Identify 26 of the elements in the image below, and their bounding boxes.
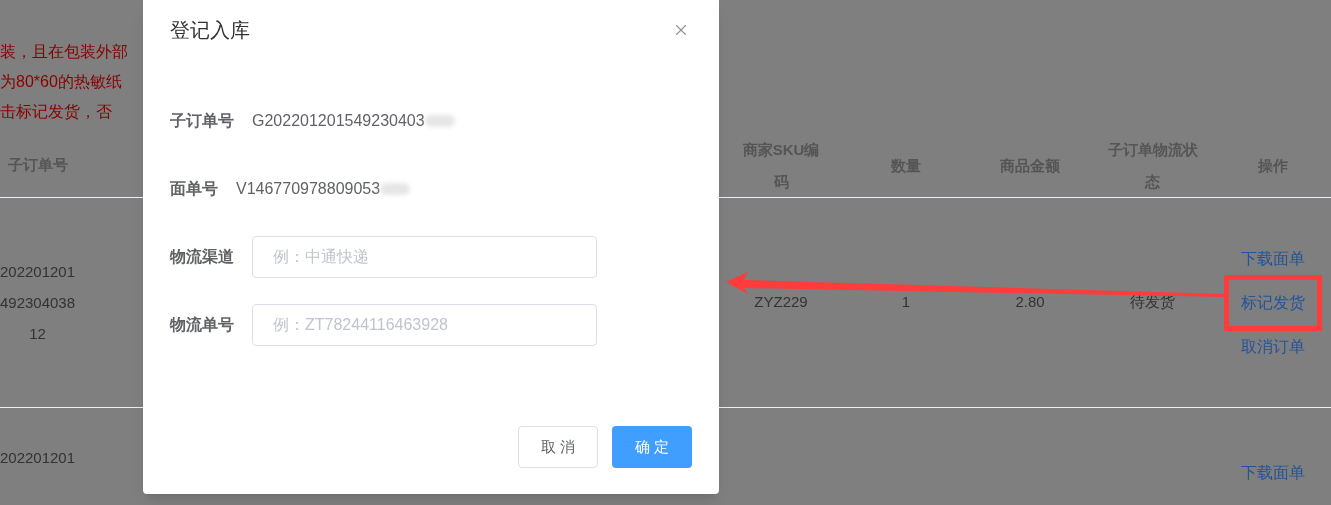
quantity-cell-text: 1 [901,292,911,313]
order-number: 492304038 [0,293,76,313]
action-link[interactable]: 标记发货 [1224,274,1322,331]
dialog-title: 登记入库 [170,18,250,43]
confirm-button[interactable]: 确 定 [612,426,692,468]
notice-text: 为80*60的热敏纸 [0,72,123,92]
input-field[interactable]: 例：中通快递 [252,236,597,278]
order-number: 202201201 [0,262,76,282]
order-number: 12 [29,324,46,344]
order-number: 202201201 [0,448,76,468]
field-value: G202201201549230403 [252,111,425,131]
field-label: 面单号 [170,179,218,199]
cancel-button[interactable]: 取 消 [518,426,598,468]
notice-text: 装，且在包装外部 [0,42,129,62]
field-label: 物流单号 [170,315,234,335]
status-cell-text: 待发货 [1130,292,1175,313]
action-link[interactable]: 下载面单 [1241,462,1305,484]
sku-cell-text: ZYZ229 [754,292,808,313]
field-label: 子订单号 [170,111,234,131]
input-field[interactable]: 例：ZT78244116463928 [252,304,597,346]
field-value: V146770978809053 [236,179,381,199]
action-link[interactable]: 下载面单 [1241,247,1305,270]
action-link[interactable]: 取消订单 [1241,335,1305,358]
notice-text: 击标记发货，否 [0,102,113,122]
amount-cell-text: 2.80 [1015,292,1045,313]
field-label: 物流渠道 [170,247,234,267]
